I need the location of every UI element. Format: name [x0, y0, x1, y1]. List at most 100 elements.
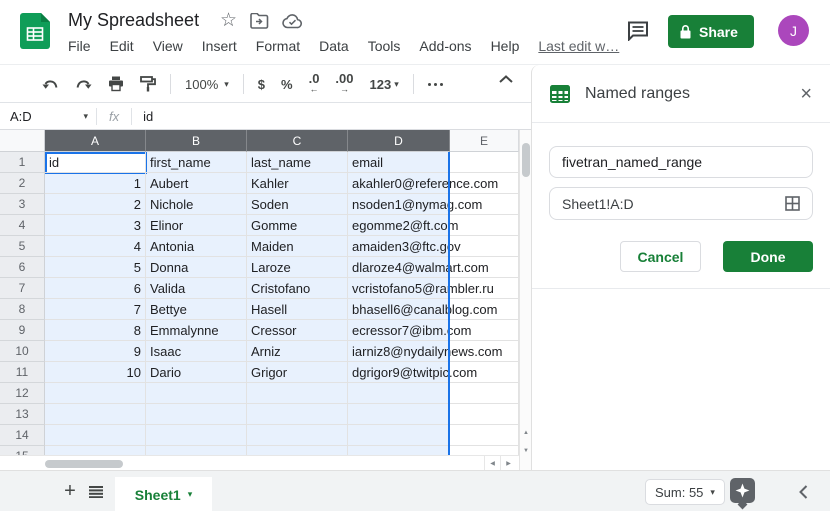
cell[interactable]: iarniz8@nydailynews.com: [348, 341, 450, 362]
row-header[interactable]: 8: [0, 299, 45, 320]
column-header-a[interactable]: A: [45, 130, 146, 152]
cell[interactable]: first_name: [146, 152, 247, 173]
cell[interactable]: 8: [45, 320, 146, 341]
menu-add-ons[interactable]: Add-ons: [419, 38, 471, 54]
undo-icon[interactable]: [42, 78, 59, 91]
cell[interactable]: [45, 383, 146, 404]
cell[interactable]: Donna: [146, 257, 247, 278]
collapse-toolbar-icon[interactable]: [499, 75, 513, 83]
cell[interactable]: 10: [45, 362, 146, 383]
range-ref-input[interactable]: Sheet1!A:D: [549, 187, 813, 220]
cell[interactable]: [450, 173, 519, 194]
cell[interactable]: [45, 404, 146, 425]
cell[interactable]: Dario: [146, 362, 247, 383]
all-sheets-button[interactable]: [84, 480, 108, 504]
cell[interactable]: [247, 446, 348, 455]
row-header[interactable]: 10: [0, 341, 45, 362]
cell[interactable]: Nichole: [146, 194, 247, 215]
vertical-scrollbar[interactable]: ▲ ▼: [519, 130, 531, 470]
cell[interactable]: [348, 446, 450, 455]
cell[interactable]: 4: [45, 236, 146, 257]
select-data-range-icon[interactable]: [785, 196, 800, 211]
menu-file[interactable]: File: [68, 38, 91, 54]
cell[interactable]: nsoden1@nymag.com: [348, 194, 450, 215]
paint-format-icon[interactable]: [140, 76, 156, 92]
cell[interactable]: [45, 425, 146, 446]
currency-format-button[interactable]: $: [258, 77, 265, 92]
cell[interactable]: Soden: [247, 194, 348, 215]
range-name-input[interactable]: fivetran_named_range: [549, 146, 813, 178]
cell[interactable]: akahler0@reference.com: [348, 173, 450, 194]
cell[interactable]: Emmalynne: [146, 320, 247, 341]
cell[interactable]: [450, 383, 519, 404]
cell[interactable]: vcristofano5@rambler.ru: [348, 278, 450, 299]
percent-format-button[interactable]: %: [281, 77, 293, 92]
menu-edit[interactable]: Edit: [110, 38, 134, 54]
cell[interactable]: [247, 425, 348, 446]
row-header[interactable]: 12: [0, 383, 45, 404]
move-folder-icon[interactable]: [250, 13, 269, 29]
sum-dropdown[interactable]: Sum: 55 ▾: [645, 479, 725, 505]
row-header[interactable]: 3: [0, 194, 45, 215]
formula-input[interactable]: id: [132, 109, 153, 124]
last-edit-link[interactable]: Last edit w…: [538, 38, 619, 54]
cell[interactable]: [146, 404, 247, 425]
column-header-d[interactable]: D: [348, 130, 450, 152]
cell[interactable]: 1: [45, 173, 146, 194]
row-header[interactable]: 13: [0, 404, 45, 425]
cell[interactable]: Gomme: [247, 215, 348, 236]
cell[interactable]: Arniz: [247, 341, 348, 362]
cell[interactable]: [450, 446, 519, 455]
cell[interactable]: [247, 404, 348, 425]
cell[interactable]: [450, 341, 519, 362]
more-toolbar-button[interactable]: [428, 83, 443, 86]
menu-view[interactable]: View: [153, 38, 183, 54]
cell[interactable]: [45, 446, 146, 455]
menu-insert[interactable]: Insert: [202, 38, 237, 54]
cell[interactable]: [450, 425, 519, 446]
cell[interactable]: [450, 320, 519, 341]
redo-icon[interactable]: [75, 78, 92, 91]
cell[interactable]: [450, 278, 519, 299]
cell[interactable]: 2: [45, 194, 146, 215]
scroll-left-icon[interactable]: ◀: [484, 456, 500, 470]
avatar[interactable]: J: [778, 15, 809, 46]
cell[interactable]: 9: [45, 341, 146, 362]
increase-decimal-button[interactable]: .00 →: [335, 74, 353, 94]
select-all-corner[interactable]: [0, 130, 45, 152]
scroll-right-icon[interactable]: ▶: [500, 456, 516, 470]
row-header[interactable]: 7: [0, 278, 45, 299]
row-header[interactable]: 9: [0, 320, 45, 341]
cell[interactable]: Kahler: [247, 173, 348, 194]
cell[interactable]: last_name: [247, 152, 348, 173]
cell[interactable]: dlaroze4@walmart.com: [348, 257, 450, 278]
share-button[interactable]: Share: [668, 15, 754, 48]
cell[interactable]: [450, 299, 519, 320]
cell[interactable]: [247, 383, 348, 404]
cell[interactable]: bhasell6@canalblog.com: [348, 299, 450, 320]
number-format-button[interactable]: 123 ▾: [370, 77, 399, 92]
cell[interactable]: Laroze: [247, 257, 348, 278]
cloud-saved-icon[interactable]: [282, 14, 303, 29]
row-header[interactable]: 5: [0, 236, 45, 257]
cell[interactable]: 5: [45, 257, 146, 278]
cell[interactable]: Cressor: [247, 320, 348, 341]
cell[interactable]: [450, 236, 519, 257]
horizontal-scrollbar-thumb[interactable]: [45, 460, 123, 468]
cell[interactable]: [348, 404, 450, 425]
cell[interactable]: Antonia: [146, 236, 247, 257]
zoom-control[interactable]: 100% ▾: [185, 77, 229, 92]
cell[interactable]: [146, 383, 247, 404]
comment-history-button[interactable]: [622, 16, 654, 46]
cell[interactable]: 6: [45, 278, 146, 299]
menu-data[interactable]: Data: [319, 38, 349, 54]
cell[interactable]: Valida: [146, 278, 247, 299]
cell[interactable]: [450, 362, 519, 383]
column-header-e[interactable]: E: [450, 130, 519, 152]
menu-tools[interactable]: Tools: [368, 38, 401, 54]
cell[interactable]: id: [45, 152, 146, 173]
row-header[interactable]: 11: [0, 362, 45, 383]
cancel-button[interactable]: Cancel: [620, 241, 701, 272]
print-icon[interactable]: [108, 76, 124, 92]
decrease-decimal-button[interactable]: .0 ←: [309, 74, 320, 94]
